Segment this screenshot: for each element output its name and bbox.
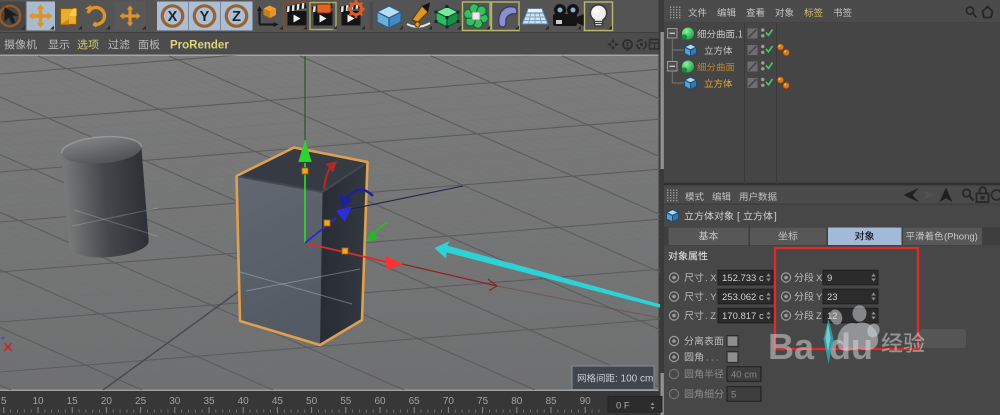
svg-text:Z: Z [816, 311, 822, 322]
svg-text:Z: Z [232, 9, 241, 25]
svg-text:Y: Y [816, 292, 823, 303]
svg-text:35: 35 [203, 396, 215, 407]
svg-text:152.733 c: 152.733 c [722, 273, 764, 284]
svg-text:X: X [816, 273, 823, 284]
svg-text:25: 25 [135, 396, 147, 407]
svg-text:5: 5 [731, 390, 736, 401]
svg-text:9: 9 [827, 273, 832, 284]
svg-text:20: 20 [101, 396, 113, 407]
svg-text:60: 60 [374, 396, 386, 407]
svg-text:30: 30 [169, 396, 181, 407]
svg-text:ProRender: ProRender [170, 40, 229, 52]
svg-text:. . .: . . . [706, 353, 719, 363]
svg-text:]: ] [774, 212, 777, 223]
svg-text:15: 15 [67, 396, 79, 407]
svg-text:40 cm: 40 cm [731, 370, 757, 381]
svg-text:X: X [168, 9, 178, 25]
svg-text:50: 50 [306, 396, 318, 407]
svg-text:0 F: 0 F [616, 401, 630, 412]
svg-text:55: 55 [340, 396, 352, 407]
svg-text:40: 40 [238, 396, 250, 407]
svg-text:70: 70 [443, 396, 455, 407]
svg-text:65: 65 [409, 396, 421, 407]
svg-text:75: 75 [477, 396, 489, 407]
svg-text:. X: . X [705, 273, 717, 284]
svg-text:170.817 c: 170.817 c [722, 311, 764, 322]
svg-text:. Z: . Z [705, 311, 716, 322]
svg-text:80: 80 [511, 396, 523, 407]
svg-text:5: 5 [1, 396, 7, 407]
svg-text:Y: Y [200, 9, 210, 25]
svg-text:85: 85 [545, 396, 557, 407]
svg-text:253.062 c: 253.062 c [722, 292, 764, 303]
svg-text:[: [ [737, 212, 740, 223]
svg-text:: 100 cm: : 100 cm [615, 374, 653, 385]
svg-text:. Y: . Y [705, 292, 717, 303]
svg-text:23: 23 [827, 292, 838, 303]
svg-text:Ba: Ba [768, 326, 815, 367]
svg-text:(Phong): (Phong) [944, 232, 978, 243]
svg-text:45: 45 [272, 396, 284, 407]
svg-text:10: 10 [32, 396, 44, 407]
svg-text:90: 90 [580, 396, 592, 407]
